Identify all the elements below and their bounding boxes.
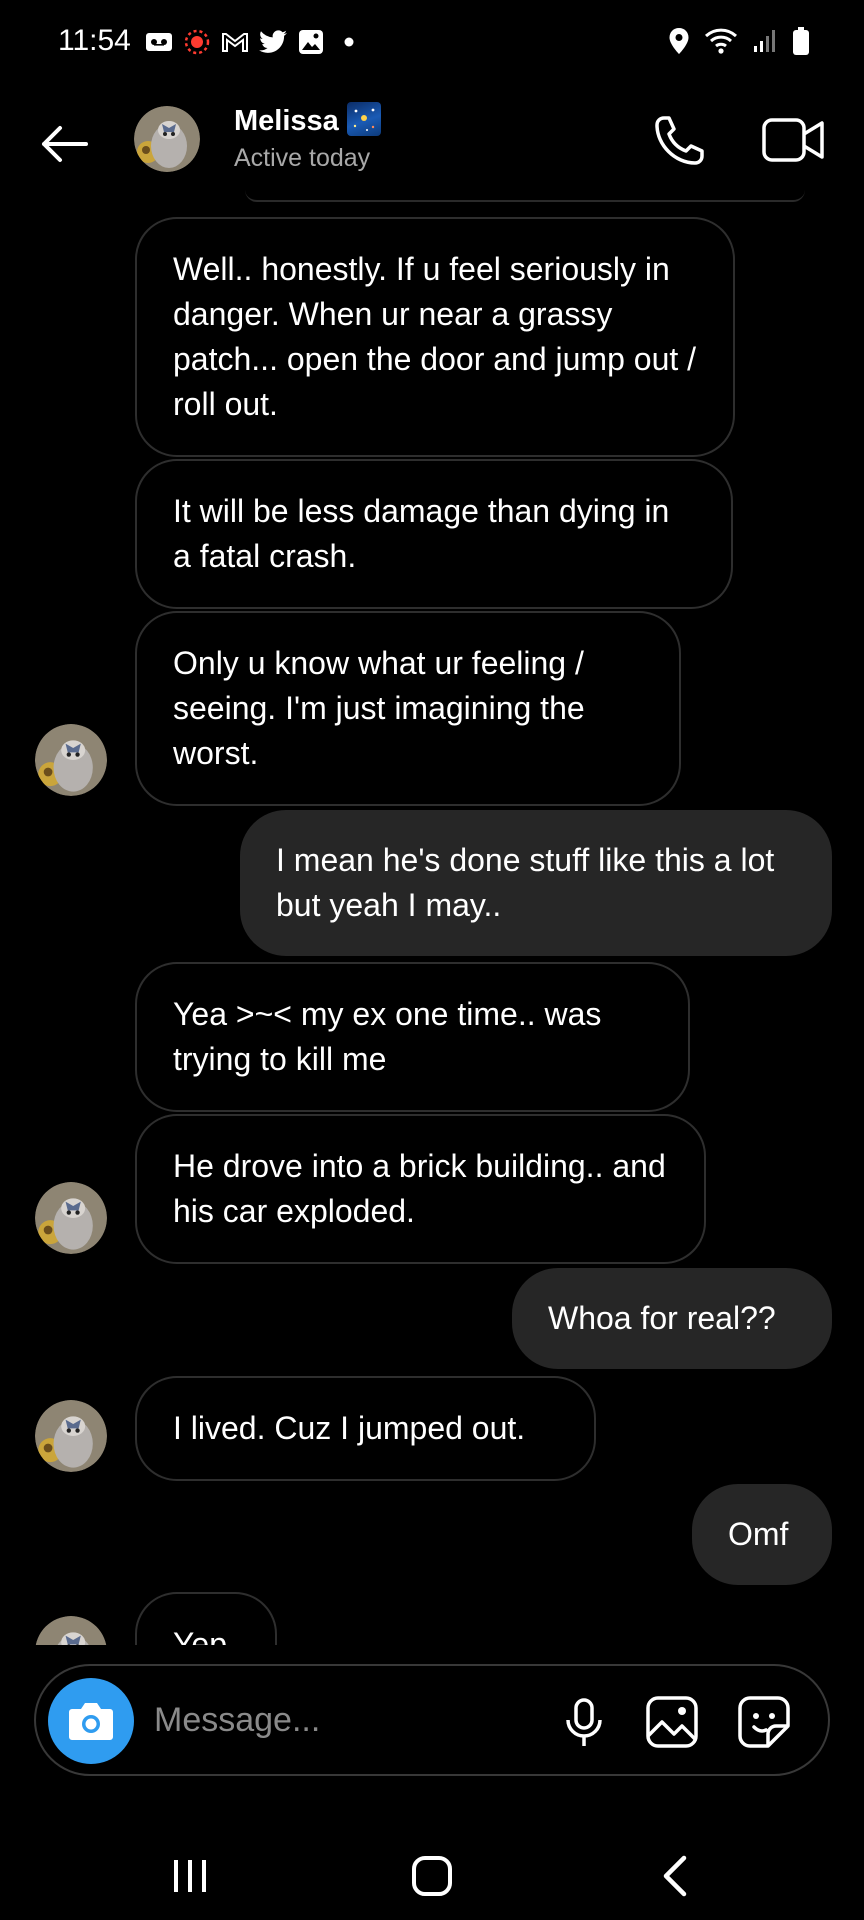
camera-button[interactable] [48,1678,134,1764]
message-text: I lived. Cuz I jumped out. [173,1410,526,1446]
incoming-message[interactable]: It will be less damage than dying in a f… [135,459,733,609]
contact-status: Active today [234,144,371,172]
sender-avatar[interactable] [35,1400,107,1472]
sender-avatar[interactable] [35,1616,107,1645]
gallery-icon [297,28,325,56]
nav-back-icon[interactable] [650,1848,700,1904]
wifi-icon [704,27,738,60]
recent-apps-icon[interactable] [160,1850,220,1900]
status-bar: 11:54 [0,0,864,90]
gallery-picker-icon[interactable] [644,1694,700,1750]
message-thread[interactable]: Well.. honestly. If u feel seriously in … [0,190,864,1645]
contact-name-text: Melissa [234,105,339,137]
incoming-message[interactable]: Only u know what ur feeling / seeing. I'… [135,611,681,806]
message-text: Yep [173,1626,227,1645]
sender-avatar[interactable] [35,724,107,796]
twitter-icon [259,28,287,56]
video-call-icon[interactable] [760,110,826,170]
previous-bubble-edge [245,190,805,202]
outgoing-message[interactable]: I mean he's done stuff like this a lot b… [240,810,832,956]
battery-icon [792,26,810,61]
incoming-message[interactable]: Yep [135,1592,277,1645]
message-text: Only u know what ur feeling / seeing. I'… [173,645,585,771]
recording-icon [183,28,211,56]
message-text: It will be less damage than dying in a f… [173,493,670,574]
incoming-message[interactable]: He drove into a brick building.. and his… [135,1114,706,1264]
message-text: Whoa for real?? [548,1300,776,1336]
status-time: 11:54 [58,24,131,57]
voicemail-icon [145,28,173,56]
microphone-icon[interactable] [556,1694,612,1750]
outgoing-message[interactable]: Whoa for real?? [512,1268,832,1369]
incoming-message[interactable]: Yea >~< my ex one time.. was trying to k… [135,962,690,1112]
outgoing-message[interactable]: Omf [692,1484,832,1585]
message-text: Well.. honestly. If u feel seriously in … [173,251,697,422]
message-composer [34,1664,830,1776]
message-text: I mean he's done stuff like this a lot b… [276,842,775,923]
signal-icon [752,28,778,59]
voice-call-icon[interactable] [650,110,710,170]
message-text: Omf [728,1516,789,1552]
sender-avatar[interactable] [35,1182,107,1254]
contact-name[interactable]: Melissa [234,102,381,138]
message-input[interactable] [154,1694,534,1746]
camera-icon [69,1703,113,1740]
back-arrow-icon[interactable] [36,116,92,172]
system-icons [668,26,810,61]
home-icon[interactable] [400,1844,464,1908]
message-text: Yea >~< my ex one time.. was trying to k… [173,996,602,1077]
incoming-message[interactable]: I lived. Cuz I jumped out. [135,1376,596,1481]
location-icon [668,27,690,60]
sticker-icon[interactable] [736,1694,792,1750]
system-navigation-bar [0,1800,864,1920]
conversation-header: Melissa Active today [0,90,864,200]
incoming-message[interactable]: Well.. honestly. If u feel seriously in … [135,217,735,457]
message-text: He drove into a brick building.. and his… [173,1148,666,1229]
contact-avatar[interactable] [134,106,200,172]
gmail-icon [221,28,249,56]
dot-icon [335,28,363,56]
notification-icons [145,28,363,56]
night-sky-icon [346,102,381,136]
